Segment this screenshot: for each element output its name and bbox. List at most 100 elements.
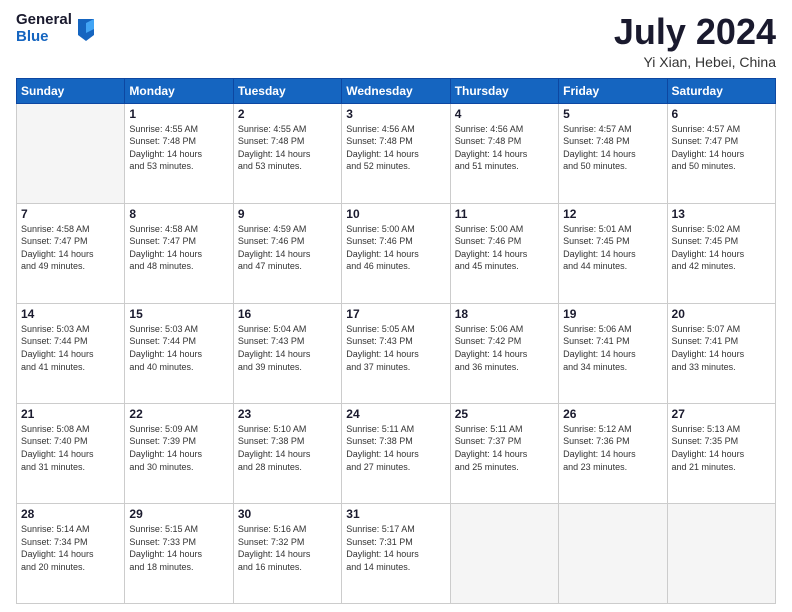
calendar-cell: [450, 503, 558, 603]
day-info: Sunrise: 5:10 AMSunset: 7:38 PMDaylight:…: [238, 423, 337, 473]
day-info: Sunrise: 4:58 AMSunset: 7:47 PMDaylight:…: [129, 223, 228, 273]
calendar-cell: 15 Sunrise: 5:03 AMSunset: 7:44 PMDayligh…: [125, 303, 233, 403]
calendar-cell: 24 Sunrise: 5:11 AMSunset: 7:38 PMDayligh…: [342, 403, 450, 503]
location: Yi Xian, Hebei, China: [614, 54, 776, 70]
day-number: 31: [346, 507, 445, 521]
day-number: 28: [21, 507, 120, 521]
day-number: 30: [238, 507, 337, 521]
calendar-cell: 19 Sunrise: 5:06 AMSunset: 7:41 PMDayligh…: [559, 303, 667, 403]
calendar-cell: 17 Sunrise: 5:05 AMSunset: 7:43 PMDayligh…: [342, 303, 450, 403]
calendar-week-row: 1 Sunrise: 4:55 AMSunset: 7:48 PMDaylight…: [17, 103, 776, 203]
day-number: 23: [238, 407, 337, 421]
day-info: Sunrise: 4:58 AMSunset: 7:47 PMDaylight:…: [21, 223, 120, 273]
day-number: 11: [455, 207, 554, 221]
calendar-cell: [559, 503, 667, 603]
day-info: Sunrise: 4:57 AMSunset: 7:47 PMDaylight:…: [672, 123, 771, 173]
day-info: Sunrise: 5:13 AMSunset: 7:35 PMDaylight:…: [672, 423, 771, 473]
calendar-cell: 3 Sunrise: 4:56 AMSunset: 7:48 PMDaylight…: [342, 103, 450, 203]
month-title: July 2024: [614, 12, 776, 52]
day-info: Sunrise: 5:17 AMSunset: 7:31 PMDaylight:…: [346, 523, 445, 573]
day-number: 4: [455, 107, 554, 121]
day-info: Sunrise: 5:12 AMSunset: 7:36 PMDaylight:…: [563, 423, 662, 473]
day-info: Sunrise: 5:09 AMSunset: 7:39 PMDaylight:…: [129, 423, 228, 473]
day-info: Sunrise: 5:05 AMSunset: 7:43 PMDaylight:…: [346, 323, 445, 373]
calendar-cell: 9 Sunrise: 4:59 AMSunset: 7:46 PMDaylight…: [233, 203, 341, 303]
day-info: Sunrise: 5:14 AMSunset: 7:34 PMDaylight:…: [21, 523, 120, 573]
calendar-day-header: Thursday: [450, 78, 558, 103]
calendar-cell: 26 Sunrise: 5:12 AMSunset: 7:36 PMDayligh…: [559, 403, 667, 503]
day-number: 13: [672, 207, 771, 221]
day-number: 3: [346, 107, 445, 121]
day-number: 24: [346, 407, 445, 421]
day-info: Sunrise: 5:06 AMSunset: 7:41 PMDaylight:…: [563, 323, 662, 373]
calendar-week-row: 28 Sunrise: 5:14 AMSunset: 7:34 PMDayligh…: [17, 503, 776, 603]
calendar-cell: 12Sunrise: 5:01 AMSunset: 7:45 PMDayligh…: [559, 203, 667, 303]
calendar-day-header: Saturday: [667, 78, 775, 103]
day-info: Sunrise: 4:55 AMSunset: 7:48 PMDaylight:…: [238, 123, 337, 173]
day-info: Sunrise: 4:56 AMSunset: 7:48 PMDaylight:…: [455, 123, 554, 173]
logo: General Blue: [16, 12, 96, 45]
calendar-week-row: 21 Sunrise: 5:08 AMSunset: 7:40 PMDayligh…: [17, 403, 776, 503]
page: General Blue July 2024 Yi Xian, Hebei, C…: [0, 0, 792, 612]
calendar-cell: 27Sunrise: 5:13 AMSunset: 7:35 PMDayligh…: [667, 403, 775, 503]
calendar-cell: 8 Sunrise: 4:58 AMSunset: 7:47 PMDaylight…: [125, 203, 233, 303]
day-number: 17: [346, 307, 445, 321]
calendar-cell: 4 Sunrise: 4:56 AMSunset: 7:48 PMDaylight…: [450, 103, 558, 203]
day-info: Sunrise: 5:01 AMSunset: 7:45 PMDaylight:…: [563, 223, 662, 273]
calendar-cell: [17, 103, 125, 203]
day-number: 22: [129, 407, 228, 421]
day-number: 20: [672, 307, 771, 321]
calendar-cell: 28 Sunrise: 5:14 AMSunset: 7:34 PMDayligh…: [17, 503, 125, 603]
calendar-cell: 1 Sunrise: 4:55 AMSunset: 7:48 PMDaylight…: [125, 103, 233, 203]
day-number: 19: [563, 307, 662, 321]
calendar-cell: 22 Sunrise: 5:09 AMSunset: 7:39 PMDayligh…: [125, 403, 233, 503]
day-number: 15: [129, 307, 228, 321]
day-info: Sunrise: 5:03 AMSunset: 7:44 PMDaylight:…: [129, 323, 228, 373]
calendar-cell: 5 Sunrise: 4:57 AMSunset: 7:48 PMDaylight…: [559, 103, 667, 203]
calendar-week-row: 14Sunrise: 5:03 AMSunset: 7:44 PMDayligh…: [17, 303, 776, 403]
day-info: Sunrise: 4:57 AMSunset: 7:48 PMDaylight:…: [563, 123, 662, 173]
header: General Blue July 2024 Yi Xian, Hebei, C…: [16, 12, 776, 70]
day-info: Sunrise: 4:59 AMSunset: 7:46 PMDaylight:…: [238, 223, 337, 273]
day-info: Sunrise: 5:07 AMSunset: 7:41 PMDaylight:…: [672, 323, 771, 373]
day-number: 9: [238, 207, 337, 221]
day-number: 25: [455, 407, 554, 421]
calendar-week-row: 7Sunrise: 4:58 AMSunset: 7:47 PMDaylight…: [17, 203, 776, 303]
calendar-day-header: Friday: [559, 78, 667, 103]
day-info: Sunrise: 5:11 AMSunset: 7:37 PMDaylight:…: [455, 423, 554, 473]
day-number: 1: [129, 107, 228, 121]
calendar-cell: 20 Sunrise: 5:07 AMSunset: 7:41 PMDayligh…: [667, 303, 775, 403]
calendar-cell: 31 Sunrise: 5:17 AMSunset: 7:31 PMDayligh…: [342, 503, 450, 603]
calendar-cell: 11 Sunrise: 5:00 AMSunset: 7:46 PMDayligh…: [450, 203, 558, 303]
calendar-cell: 2Sunrise: 4:55 AMSunset: 7:48 PMDaylight…: [233, 103, 341, 203]
day-info: Sunrise: 5:00 AMSunset: 7:46 PMDaylight:…: [455, 223, 554, 273]
logo-text: General Blue: [16, 12, 72, 45]
calendar-cell: 18Sunrise: 5:06 AMSunset: 7:42 PMDayligh…: [450, 303, 558, 403]
calendar-header-row: SundayMondayTuesdayWednesdayThursdayFrid…: [17, 78, 776, 103]
calendar-day-header: Wednesday: [342, 78, 450, 103]
calendar-day-header: Monday: [125, 78, 233, 103]
day-info: Sunrise: 5:08 AMSunset: 7:40 PMDaylight:…: [21, 423, 120, 473]
calendar-cell: [667, 503, 775, 603]
calendar-cell: 13Sunrise: 5:02 AMSunset: 7:45 PMDayligh…: [667, 203, 775, 303]
day-number: 29: [129, 507, 228, 521]
calendar-cell: 7Sunrise: 4:58 AMSunset: 7:47 PMDaylight…: [17, 203, 125, 303]
calendar-cell: 14Sunrise: 5:03 AMSunset: 7:44 PMDayligh…: [17, 303, 125, 403]
day-number: 6: [672, 107, 771, 121]
calendar-day-header: Sunday: [17, 78, 125, 103]
title-area: July 2024 Yi Xian, Hebei, China: [614, 12, 776, 70]
calendar-cell: 6 Sunrise: 4:57 AMSunset: 7:47 PMDaylight…: [667, 103, 775, 203]
calendar-cell: 21 Sunrise: 5:08 AMSunset: 7:40 PMDayligh…: [17, 403, 125, 503]
day-info: Sunrise: 4:56 AMSunset: 7:48 PMDaylight:…: [346, 123, 445, 173]
day-info: Sunrise: 4:55 AMSunset: 7:48 PMDaylight:…: [129, 123, 228, 173]
calendar-cell: 10 Sunrise: 5:00 AMSunset: 7:46 PMDayligh…: [342, 203, 450, 303]
day-info: Sunrise: 5:11 AMSunset: 7:38 PMDaylight:…: [346, 423, 445, 473]
day-number: 5: [563, 107, 662, 121]
calendar-cell: 23 Sunrise: 5:10 AMSunset: 7:38 PMDayligh…: [233, 403, 341, 503]
logo-general: General: [16, 12, 72, 29]
day-number: 10: [346, 207, 445, 221]
day-number: 8: [129, 207, 228, 221]
day-info: Sunrise: 5:00 AMSunset: 7:46 PMDaylight:…: [346, 223, 445, 273]
day-number: 21: [21, 407, 120, 421]
day-number: 26: [563, 407, 662, 421]
